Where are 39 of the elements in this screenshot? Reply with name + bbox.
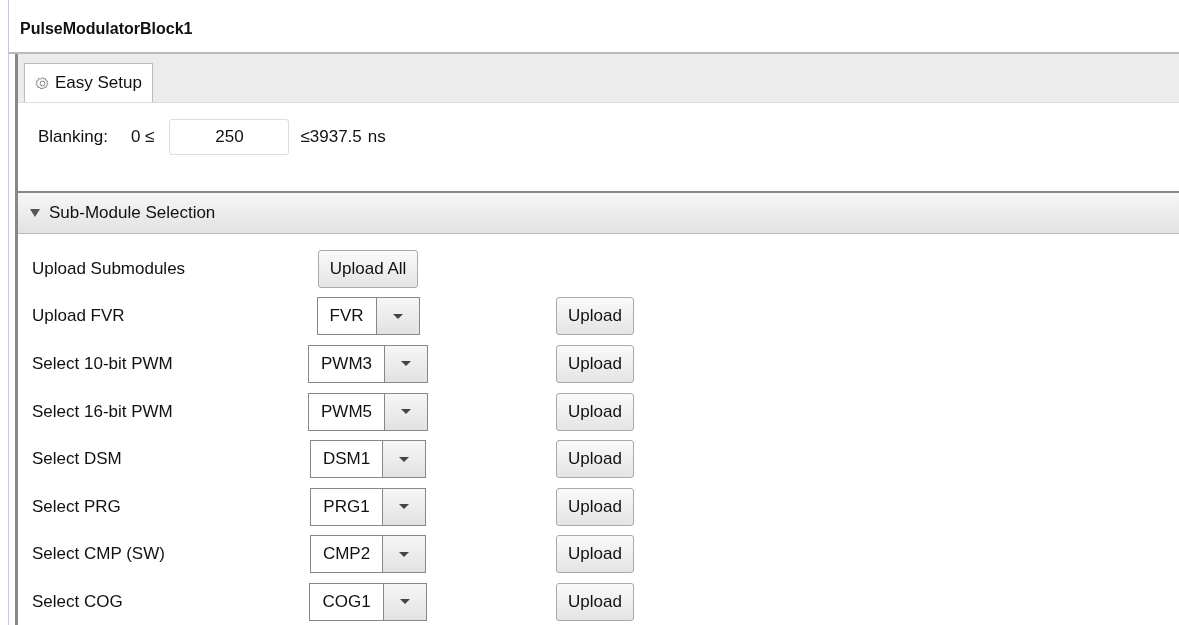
dropdown[interactable]: PWM3 xyxy=(308,345,428,383)
dropdown[interactable]: FVR xyxy=(316,297,420,336)
caret-icon xyxy=(398,504,409,510)
dropdown[interactable]: PWM5 xyxy=(308,392,428,431)
row-label: Select COG xyxy=(32,591,124,612)
caret-icon xyxy=(399,599,410,605)
upload-button[interactable]: Upload xyxy=(556,297,634,336)
gear-icon xyxy=(35,75,50,91)
section-header[interactable]: Sub-Module Selection xyxy=(18,193,1179,234)
caret-icon xyxy=(399,456,410,462)
value-field[interactable]: 250 xyxy=(169,119,290,155)
upload-button[interactable]: Upload xyxy=(556,535,634,574)
row-label: Select DSM xyxy=(32,449,123,470)
upload-button[interactable]: Upload xyxy=(556,392,634,431)
upload-button[interactable]: Upload xyxy=(556,440,634,479)
dropdown[interactable]: DSM1 xyxy=(309,440,427,479)
dropdown[interactable]: COG1 xyxy=(309,582,427,621)
row-label: Upload FVR xyxy=(32,306,126,327)
dropdown[interactable]: PRG1 xyxy=(310,487,426,526)
row-label: Select CMP (SW) xyxy=(32,544,166,565)
caret-icon xyxy=(401,361,411,367)
upload-button[interactable]: Upload xyxy=(556,582,634,621)
caret-icon xyxy=(392,313,403,319)
upload-button[interactable]: Upload xyxy=(556,345,634,383)
field-label: Blanking: xyxy=(38,126,108,148)
unit-text: ns xyxy=(367,126,386,148)
tab[interactable]: Easy Setup xyxy=(24,63,153,102)
triangle-icon xyxy=(30,209,40,217)
min-text: 0 ≤ xyxy=(130,126,155,148)
row-label: Select 16-bit PWM xyxy=(32,401,174,422)
max-text: ≤3937.5 xyxy=(300,126,362,148)
upload-button[interactable]: Upload xyxy=(556,487,634,526)
caret-icon xyxy=(399,551,410,557)
caret-icon xyxy=(401,409,411,415)
row-label: Select PRG xyxy=(32,496,122,517)
upload-all-button[interactable]: Upload All xyxy=(317,249,419,288)
row-label: Upload Submodules xyxy=(32,258,187,279)
row-label: Select 10-bit PWM xyxy=(32,354,174,374)
dropdown[interactable]: CMP2 xyxy=(309,535,427,574)
